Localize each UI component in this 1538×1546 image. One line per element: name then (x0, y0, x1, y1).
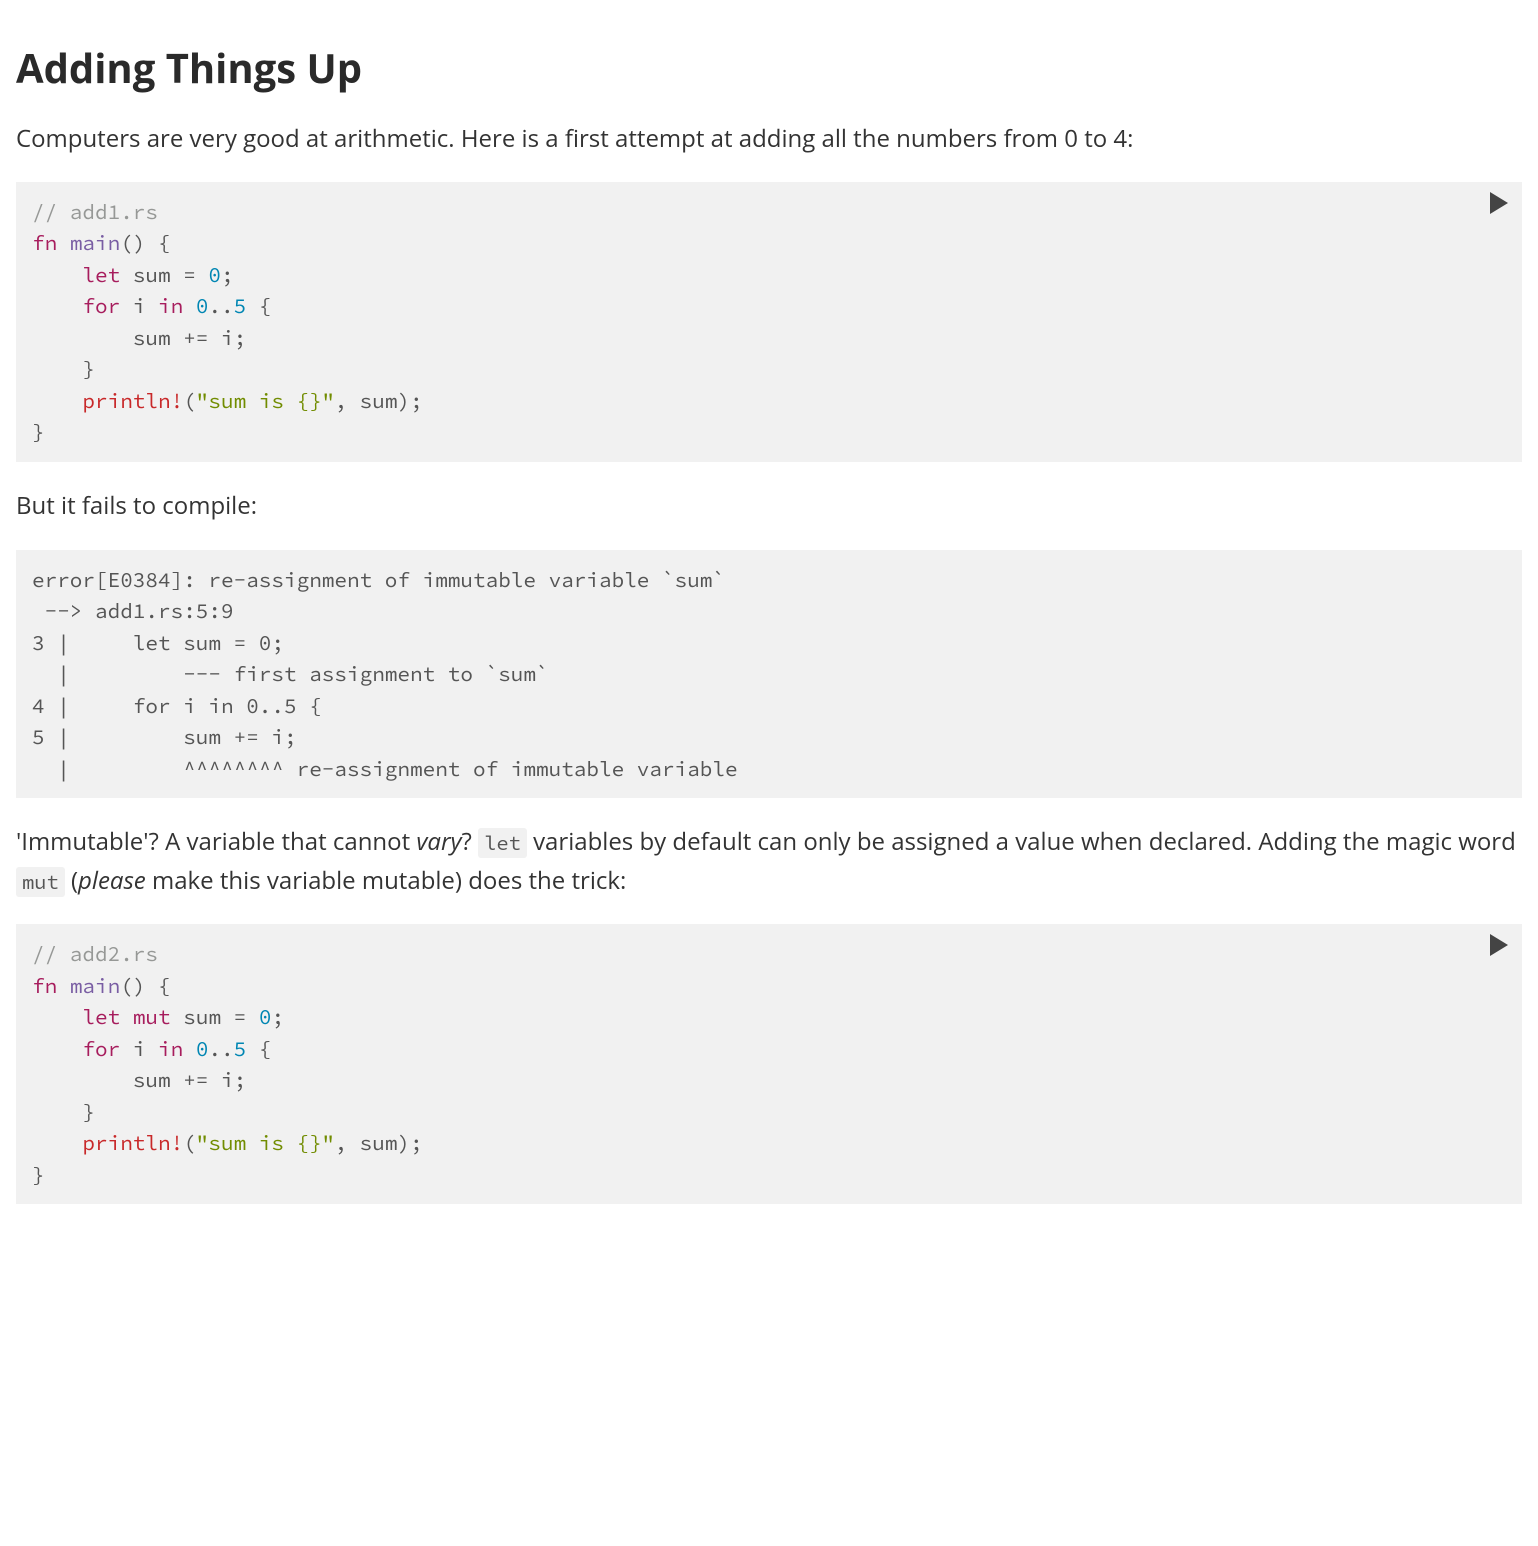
indent (32, 292, 82, 319)
error-output-block: error[E0384]: re-assignment of immutable… (16, 550, 1522, 799)
emphasis: please (78, 864, 146, 897)
fn-name: main (70, 972, 120, 999)
emphasis: vary (416, 825, 461, 858)
string-literal: "sum is {}" (196, 387, 335, 414)
macro-call: println! (82, 1129, 183, 1156)
code-text: { (246, 1035, 271, 1062)
indent (32, 1066, 133, 1093)
code-text: , sum); (334, 387, 422, 414)
code-text: } (32, 355, 95, 382)
code-text: } (32, 418, 45, 445)
code-text: sum += i; (133, 324, 246, 351)
code-text: i (120, 1035, 158, 1062)
code-text: { (246, 292, 271, 319)
page-heading: Adding Things Up (16, 43, 1522, 93)
keyword-let: let (82, 261, 120, 288)
code-text: () { (120, 229, 170, 256)
text: variables by default can only be assigne… (527, 825, 1516, 858)
indent (32, 261, 82, 288)
indent (32, 1035, 82, 1062)
macro-call: println! (82, 387, 183, 414)
number: 0 (208, 261, 221, 288)
keyword-let: let (82, 1003, 120, 1030)
code-comment: // add2.rs (32, 940, 158, 967)
code-text: .. (208, 1035, 233, 1062)
fn-name: main (70, 229, 120, 256)
number: 0 (196, 292, 209, 319)
play-icon[interactable] (1490, 192, 1508, 214)
keyword-mut: mut (133, 1003, 171, 1030)
number: 0 (196, 1035, 209, 1062)
indent (32, 1129, 82, 1156)
keyword-in: in (158, 292, 183, 319)
code-text: ( (183, 387, 196, 414)
text: ( (65, 864, 78, 897)
indent (32, 1003, 82, 1030)
text: make this variable mutable) does the tri… (146, 864, 627, 897)
inline-code-let: let (478, 828, 527, 858)
keyword-for: for (82, 1035, 120, 1062)
keyword-fn: fn (32, 972, 57, 999)
keyword-for: for (82, 292, 120, 319)
indent (32, 324, 133, 351)
mut-paragraph: 'Immutable'? A variable that cannot vary… (16, 823, 1522, 900)
code-text (183, 292, 196, 319)
code-comment: // add1.rs (32, 198, 158, 225)
code-text: ; (221, 261, 234, 288)
text: ? (462, 825, 479, 858)
code-text: ; (271, 1003, 284, 1030)
number: 5 (234, 292, 247, 319)
keyword-in: in (158, 1035, 183, 1062)
code-text: } (32, 1161, 45, 1188)
indent (32, 387, 82, 414)
code-text: () { (120, 972, 170, 999)
inline-code-mut: mut (16, 867, 65, 897)
string-literal: "sum is {}" (196, 1129, 335, 1156)
code-text: sum = (171, 1003, 259, 1030)
fail-paragraph: But it fails to compile: (16, 487, 1522, 525)
intro-paragraph: Computers are very good at arithmetic. H… (16, 120, 1522, 158)
code-text: } (32, 1098, 95, 1125)
code-text: ( (183, 1129, 196, 1156)
play-icon[interactable] (1490, 934, 1508, 956)
text: 'Immutable'? A variable that cannot (16, 825, 416, 858)
code-text (183, 1035, 196, 1062)
code-block-add1: // add1.rs fn main() { let sum = 0; for … (16, 182, 1522, 462)
keyword-fn: fn (32, 229, 57, 256)
number: 0 (259, 1003, 272, 1030)
code-text (120, 1003, 133, 1030)
code-text: .. (208, 292, 233, 319)
code-block-add2: // add2.rs fn main() { let mut sum = 0; … (16, 924, 1522, 1204)
code-text: , sum); (334, 1129, 422, 1156)
code-text: sum = (120, 261, 208, 288)
code-text: sum += i; (133, 1066, 246, 1093)
code-text: i (120, 292, 158, 319)
number: 5 (234, 1035, 247, 1062)
